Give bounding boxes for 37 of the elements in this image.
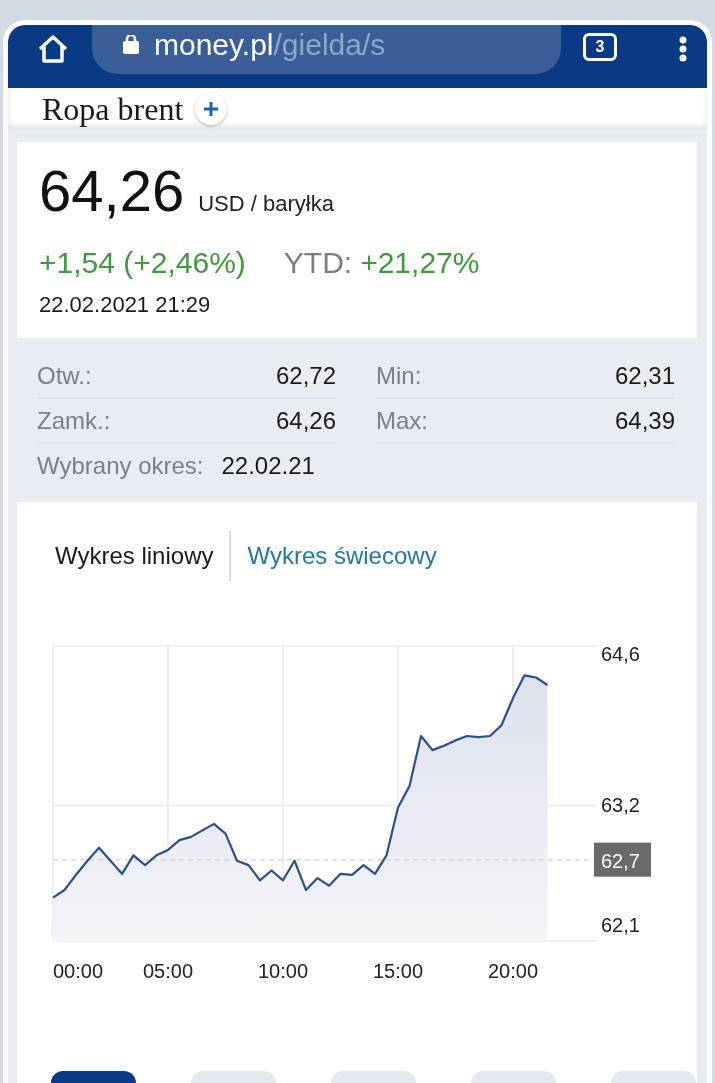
tab-count-button[interactable]: 3: [583, 32, 617, 61]
price-change: +1,54 (+2,46%): [39, 246, 246, 280]
y-tick-label: 62,1: [601, 913, 640, 936]
reference-badge: 62,7: [594, 842, 651, 877]
timestamp: 22.02.2021 21:29: [39, 292, 212, 318]
stat-value: 64,39: [614, 407, 675, 435]
add-button[interactable]: [195, 93, 228, 125]
chart-tab[interactable]: Wykres świecowy: [247, 534, 453, 578]
y-tick-label: 63,2: [601, 794, 640, 817]
address-bar[interactable]: money.pl/gielda/s: [92, 25, 561, 74]
lock-icon: [122, 34, 140, 55]
stat-label: Max:: [376, 407, 428, 435]
period-label: Wybrany okres:: [37, 452, 204, 480]
y-tick-label: 64,6: [601, 642, 640, 665]
x-tick-label: 05:00: [143, 960, 194, 982]
ytd-value: +21,27%: [360, 246, 480, 280]
menu-icon[interactable]: [679, 35, 687, 62]
stat-value: 62,31: [614, 362, 675, 390]
ytd-label: YTD:: [283, 246, 353, 280]
price-unit: USD / baryłka: [198, 191, 334, 217]
home-icon[interactable]: [36, 33, 70, 64]
stat-value: 64,26: [275, 407, 336, 435]
ref-line-label: 62,7: [601, 849, 640, 872]
stat-label: Otw.:: [37, 362, 92, 390]
price-value: 64,26: [39, 162, 185, 220]
plus-icon: [203, 101, 220, 117]
stat-value: 62,72: [275, 362, 336, 390]
x-tick-label: 10:00: [258, 960, 309, 982]
stat-label: Min:: [376, 362, 422, 390]
stat-label: Zamk.:: [37, 407, 111, 435]
chart-tab[interactable]: Wykres liniowy: [55, 534, 230, 578]
x-tick-label: 15:00: [373, 960, 424, 982]
period-value: 22.02.21: [221, 452, 315, 480]
x-tick-label: 00:00: [53, 960, 104, 982]
page-title: Ropa brent: [42, 93, 184, 125]
x-tick-label: 20:00: [488, 960, 539, 982]
range-button[interactable]: [51, 1071, 136, 1083]
